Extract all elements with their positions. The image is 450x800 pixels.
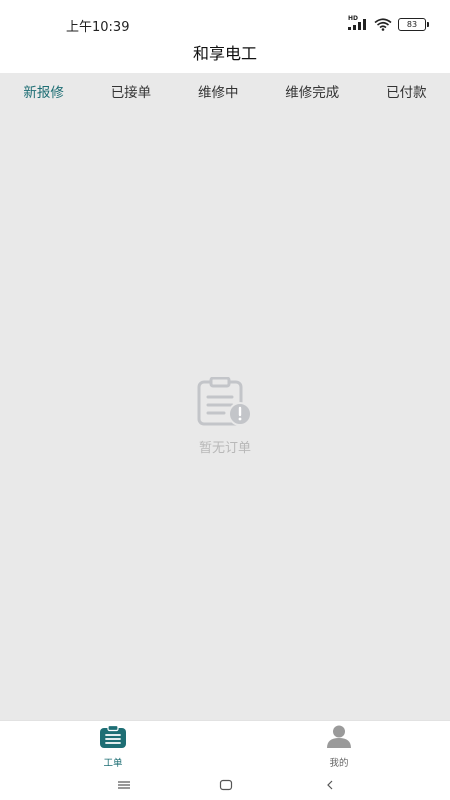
hd-label: HD <box>348 15 359 22</box>
nav-profile-label: 我的 <box>329 758 349 769</box>
status-time: 上午10:39 <box>66 20 130 35</box>
status-bar: 上午10:39 HD 83 <box>0 0 450 46</box>
menu-icon[interactable] <box>117 776 131 795</box>
order-status-tabs: 新报修 已接单 维修中 维修完成 已付款 <box>0 73 450 109</box>
page-title: 和享电工 <box>192 44 257 63</box>
work-order-icon <box>99 724 127 753</box>
tab-accepted[interactable]: 已接单 <box>111 77 152 105</box>
empty-state: 暂无订单 <box>0 376 450 456</box>
tab-new-repair[interactable]: 新报修 <box>23 77 64 105</box>
battery-level: 83 <box>406 19 418 29</box>
tab-repair-complete[interactable]: 维修完成 <box>285 77 339 105</box>
clipboard-alert-icon <box>196 376 254 431</box>
battery-icon: 83 <box>398 17 429 31</box>
nav-profile[interactable]: 我的 <box>309 725 369 769</box>
wifi-icon <box>374 17 392 31</box>
profile-icon <box>325 725 353 753</box>
status-icons: HD 83 <box>348 15 429 32</box>
bottom-nav: 工单 我的 <box>0 720 450 769</box>
home-icon[interactable] <box>219 776 233 795</box>
signal-icon: HD <box>348 15 368 30</box>
nav-work-order-label: 工单 <box>103 758 123 769</box>
nav-work-order[interactable]: 工单 <box>83 724 143 769</box>
order-list: 暂无订单 <box>0 109 450 720</box>
system-nav-bar <box>0 768 450 800</box>
empty-message: 暂无订单 <box>198 441 251 456</box>
back-icon[interactable] <box>324 776 336 795</box>
tab-paid[interactable]: 已付款 <box>386 77 427 105</box>
tab-in-repair[interactable]: 维修中 <box>198 77 239 105</box>
